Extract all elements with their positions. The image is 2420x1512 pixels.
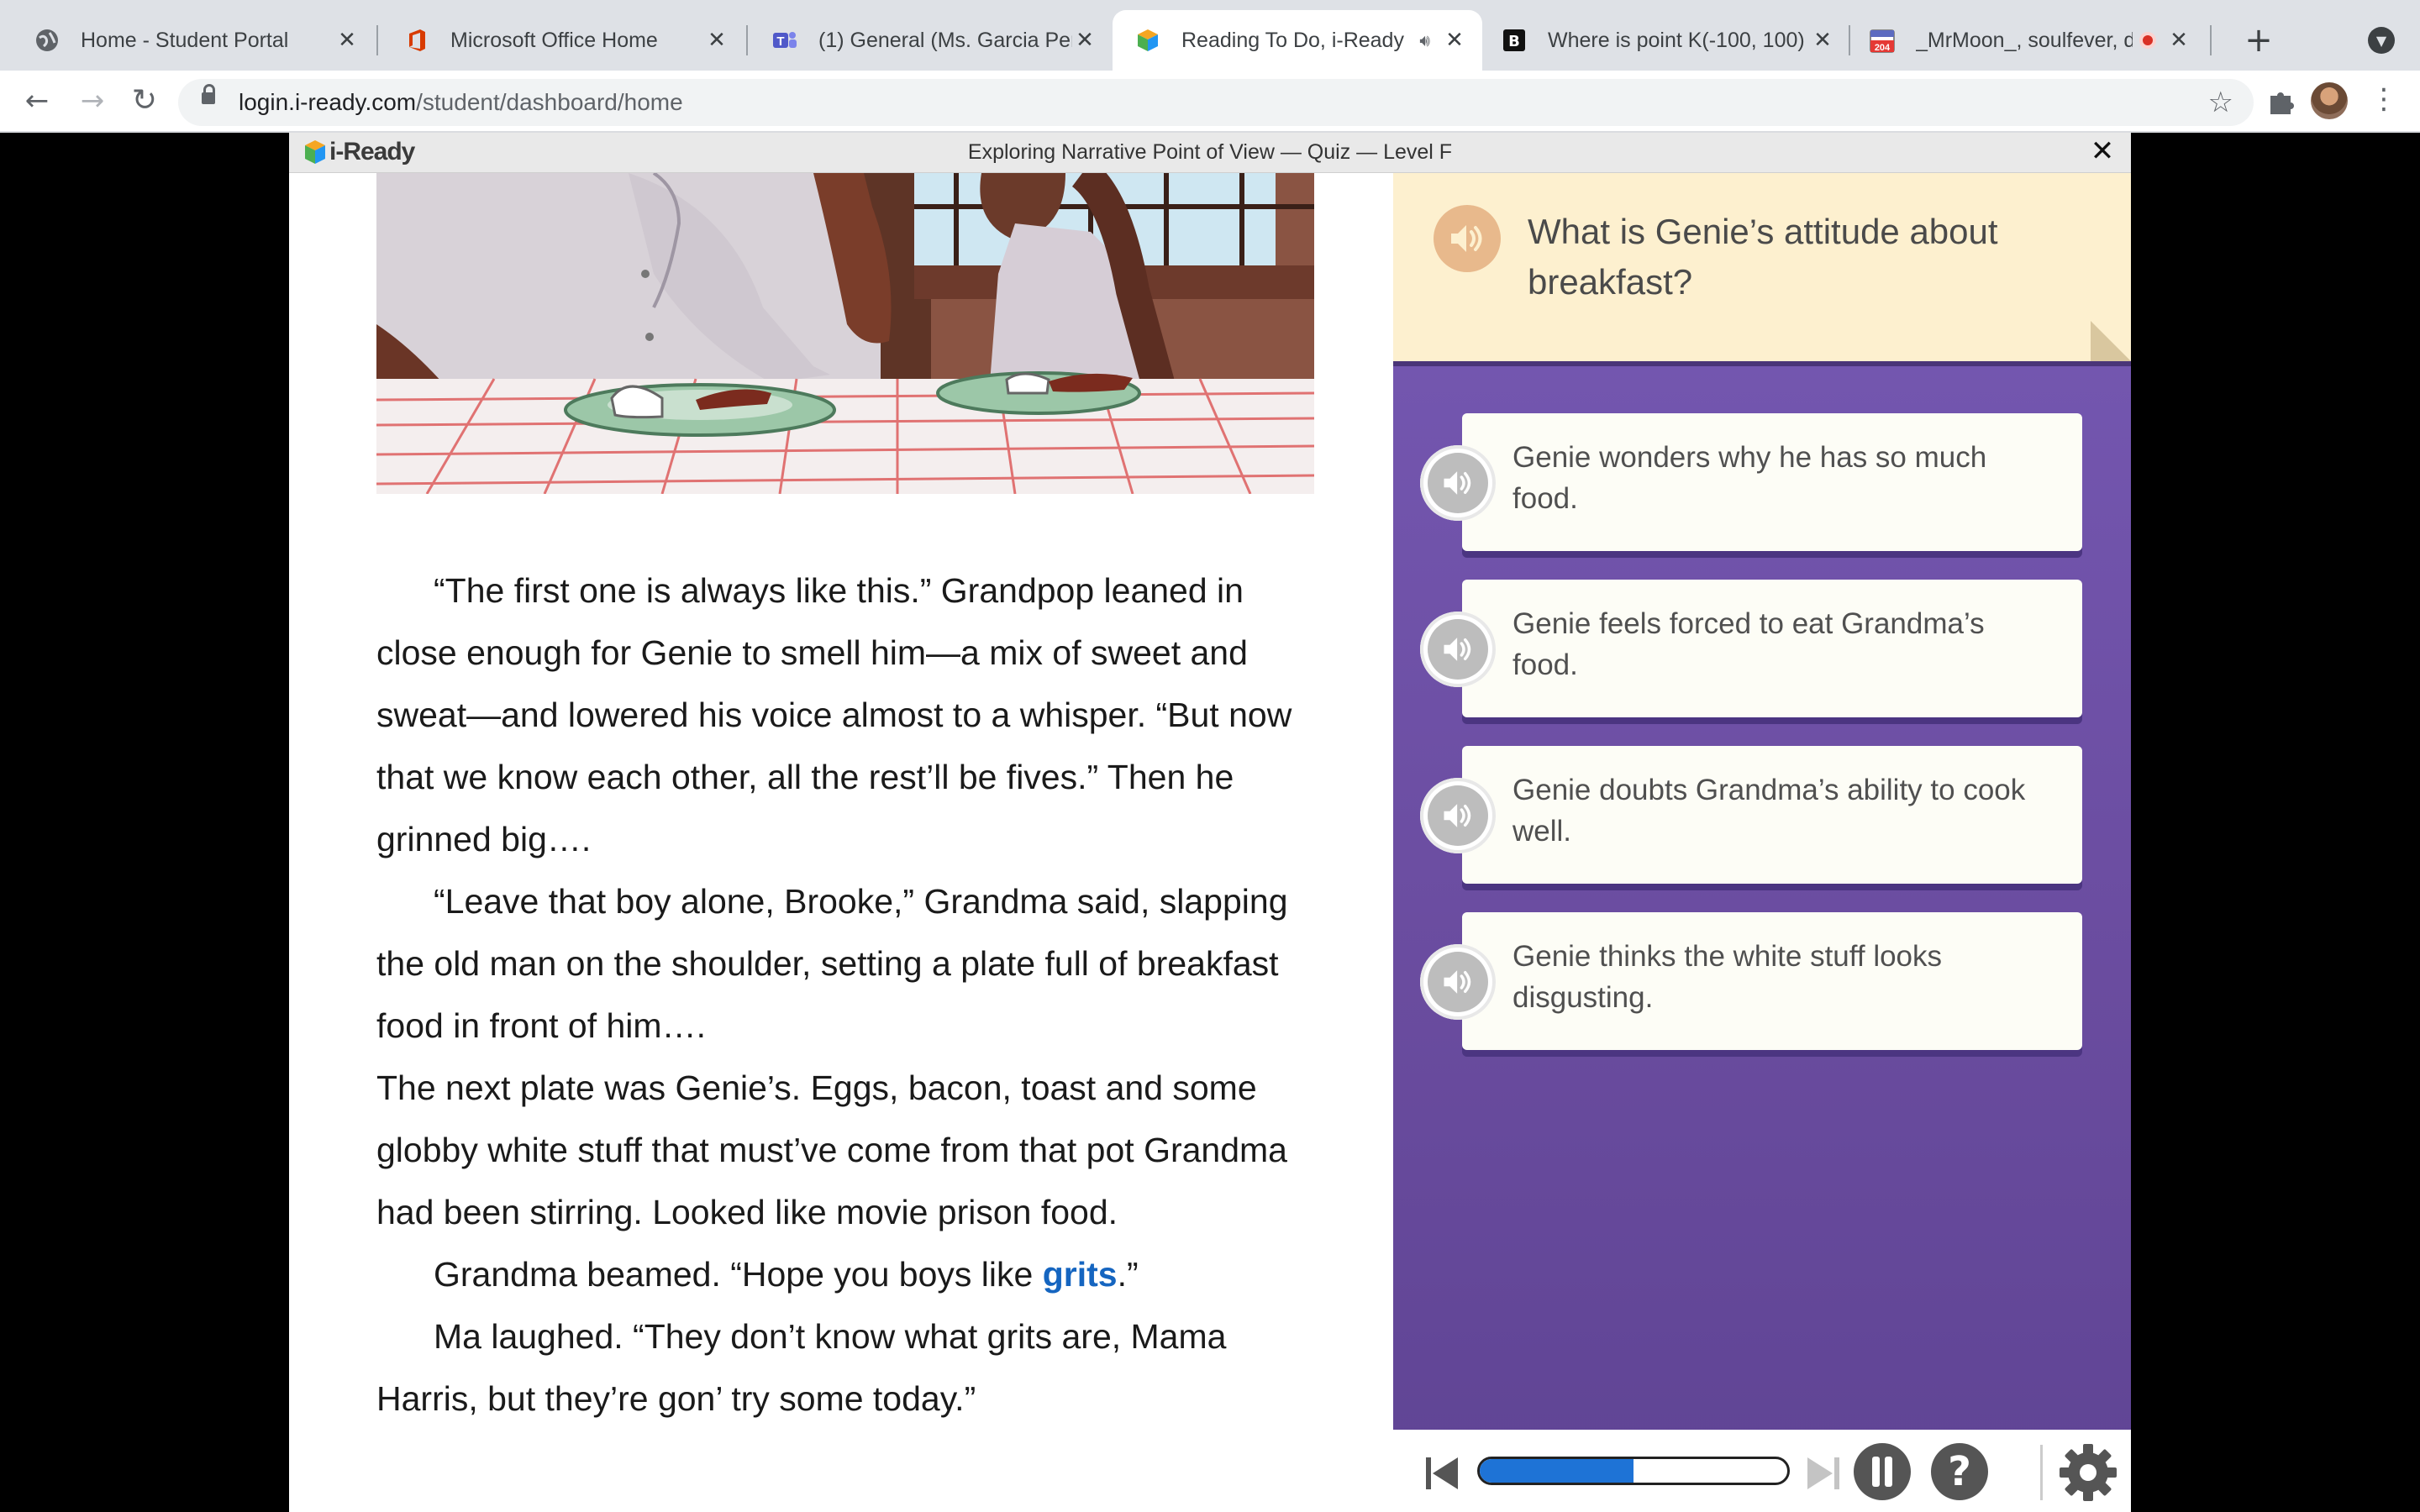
teams-icon: T bbox=[771, 27, 798, 54]
story-illustration bbox=[376, 173, 1314, 494]
page-fold-corner bbox=[2091, 321, 2131, 361]
tab-close-icon[interactable]: ✕ bbox=[1072, 28, 1097, 53]
tab-iready-active[interactable]: Reading To Do, i-Ready 🔊︎ ✕ bbox=[1113, 10, 1482, 71]
controls-divider bbox=[2040, 1445, 2043, 1500]
tab-close-icon[interactable]: ✕ bbox=[704, 28, 729, 53]
question-audio-button[interactable] bbox=[1434, 205, 1501, 272]
option-audio-button[interactable] bbox=[1420, 778, 1496, 853]
speaker-icon bbox=[1451, 225, 1482, 252]
tab-close-icon[interactable]: ✕ bbox=[2166, 28, 2191, 53]
answer-option-3[interactable]: Genie doubts Grandma’s ability to cook w… bbox=[1420, 746, 2082, 884]
iready-cube-icon bbox=[1134, 27, 1161, 54]
skip-back-icon[interactable] bbox=[1422, 1453, 1462, 1494]
tab-teams-general[interactable]: T (1) General (Ms. Garcia Per ✕ bbox=[738, 10, 1113, 71]
address-bar[interactable]: login.i-ready.com/student/dashboard/home… bbox=[178, 79, 2254, 126]
skip-forward-icon[interactable] bbox=[1803, 1453, 1844, 1494]
brainly-icon: B bbox=[1501, 27, 1528, 54]
speaker-icon bbox=[1444, 804, 1471, 827]
option-text: Genie feels forced to eat Grandma’s food… bbox=[1512, 607, 1985, 681]
forward-arrow-icon[interactable]: → bbox=[74, 82, 111, 119]
tab-separator bbox=[2210, 25, 2212, 55]
globe-icon bbox=[34, 27, 60, 54]
passage-paragraph: The next plate was Genie’s. Eggs, bacon,… bbox=[376, 1068, 1287, 1231]
speaker-icon[interactable]: 🔊︎ bbox=[1419, 30, 1430, 50]
option-text: Genie thinks the white stuff looks disgu… bbox=[1512, 940, 1943, 1014]
lesson-title: Exploring Narrative Point of View — Quiz… bbox=[967, 140, 1453, 164]
passage-paragraph: “Leave that boy alone, Brooke,” Grandma … bbox=[376, 882, 1288, 1045]
iready-lesson-window: i-Ready Exploring Narrative Point of Vie… bbox=[289, 133, 2131, 1512]
tab-close-icon[interactable]: ✕ bbox=[334, 28, 360, 53]
profile-avatar[interactable] bbox=[2311, 82, 2348, 119]
option-audio-button[interactable] bbox=[1420, 612, 1496, 687]
passage-paragraph: “The first one is always like this.” Gra… bbox=[376, 571, 1292, 858]
tab-title: Reading To Do, i-Ready bbox=[1181, 28, 1404, 52]
answer-option-1[interactable]: Genie wonders why he has so much food. bbox=[1420, 413, 2082, 551]
browser-tab-strip: Home - Student Portal ✕ Microsoft Office… bbox=[0, 0, 2420, 71]
speaker-icon bbox=[1444, 471, 1471, 495]
speaker-icon bbox=[1444, 638, 1471, 661]
recording-icon bbox=[2139, 32, 2156, 49]
lesson-progress-bar bbox=[1477, 1457, 1790, 1485]
lesson-controls-bar: ? bbox=[1393, 1430, 2131, 1512]
tab-student-portal[interactable]: Home - Student Portal ✕ bbox=[0, 10, 375, 71]
pause-icon bbox=[1872, 1457, 1892, 1487]
tab-title: Microsoft Office Home bbox=[450, 28, 658, 52]
passage-paragraph: Ma laughed. “They don’t know what grits … bbox=[376, 1317, 1227, 1418]
tab-title: Home - Student Portal bbox=[81, 28, 289, 52]
question-panel: What is Genie’s attitude about breakfast… bbox=[1393, 173, 2131, 1512]
tab-office-home[interactable]: Microsoft Office Home ✕ bbox=[370, 10, 744, 71]
tab-calendar[interactable]: 204 _MrMoon_, soulfever, d ✕ bbox=[1850, 10, 2207, 71]
option-audio-button[interactable] bbox=[1420, 445, 1496, 521]
page-viewport: i-Ready Exploring Narrative Point of Vie… bbox=[0, 133, 2420, 1512]
help-button[interactable]: ? bbox=[1931, 1443, 1988, 1500]
tab-close-icon[interactable]: ✕ bbox=[1810, 28, 1835, 53]
pause-button[interactable] bbox=[1854, 1443, 1911, 1500]
tab-title: (1) General (Ms. Garcia Per bbox=[818, 28, 1072, 52]
option-audio-button[interactable] bbox=[1420, 944, 1496, 1020]
tab-title: Where is point K(-100, 100) bbox=[1548, 28, 1805, 52]
answer-option-2[interactable]: Genie feels forced to eat Grandma’s food… bbox=[1420, 580, 2082, 717]
reload-icon[interactable]: ↻ bbox=[126, 82, 163, 119]
tab-brainly[interactable]: B Where is point K(-100, 100) ✕ bbox=[1481, 10, 1850, 71]
question-text: What is Genie’s attitude about breakfast… bbox=[1528, 212, 1998, 302]
tab-title: _MrMoon_, soulfever, d bbox=[1916, 28, 2133, 52]
bookmark-star-icon[interactable]: ☆ bbox=[2208, 86, 2233, 119]
svg-text:B: B bbox=[1508, 33, 1520, 50]
progress-fill bbox=[1480, 1459, 1634, 1483]
question-header: What is Genie’s attitude about breakfast… bbox=[1393, 173, 2131, 361]
close-lesson-button[interactable]: ✕ bbox=[2086, 134, 2119, 168]
tab-search-menu-icon[interactable]: ▼ bbox=[2368, 27, 2395, 54]
settings-gear-icon[interactable] bbox=[2059, 1443, 2118, 1502]
calendar-badge: 204 bbox=[1875, 43, 1891, 53]
new-tab-button[interactable]: + bbox=[2235, 17, 2282, 64]
passage-paragraph: Grandma beamed. “Hope you boys like grit… bbox=[434, 1255, 1139, 1294]
back-arrow-icon[interactable]: ← bbox=[18, 82, 55, 119]
browser-toolbar: ← → ↻ login.i-ready.com/student/dashboar… bbox=[0, 71, 2420, 133]
option-text: Genie doubts Grandma’s ability to cook w… bbox=[1512, 774, 2026, 848]
lesson-header-bar: i-Ready Exploring Narrative Point of Vie… bbox=[289, 133, 2131, 173]
svg-text:T: T bbox=[776, 34, 784, 49]
chrome-menu-icon[interactable]: ⋮ bbox=[2370, 82, 2398, 116]
tab-close-icon[interactable]: ✕ bbox=[1442, 28, 1467, 53]
reading-passage: “The first one is always like this.” Gra… bbox=[289, 173, 1393, 1512]
glossary-word-link[interactable]: grits bbox=[1043, 1255, 1118, 1294]
extensions-puzzle-icon[interactable] bbox=[2262, 84, 2299, 121]
option-text: Genie wonders why he has so much food. bbox=[1512, 441, 1987, 515]
calendar-icon: 204 bbox=[1869, 27, 1896, 54]
office-icon bbox=[403, 27, 430, 54]
url-text[interactable]: login.i-ready.com/student/dashboard/home bbox=[239, 89, 683, 116]
lock-icon[interactable] bbox=[202, 84, 215, 104]
answer-option-4[interactable]: Genie thinks the white stuff looks disgu… bbox=[1420, 912, 2082, 1050]
speaker-icon bbox=[1444, 970, 1471, 994]
